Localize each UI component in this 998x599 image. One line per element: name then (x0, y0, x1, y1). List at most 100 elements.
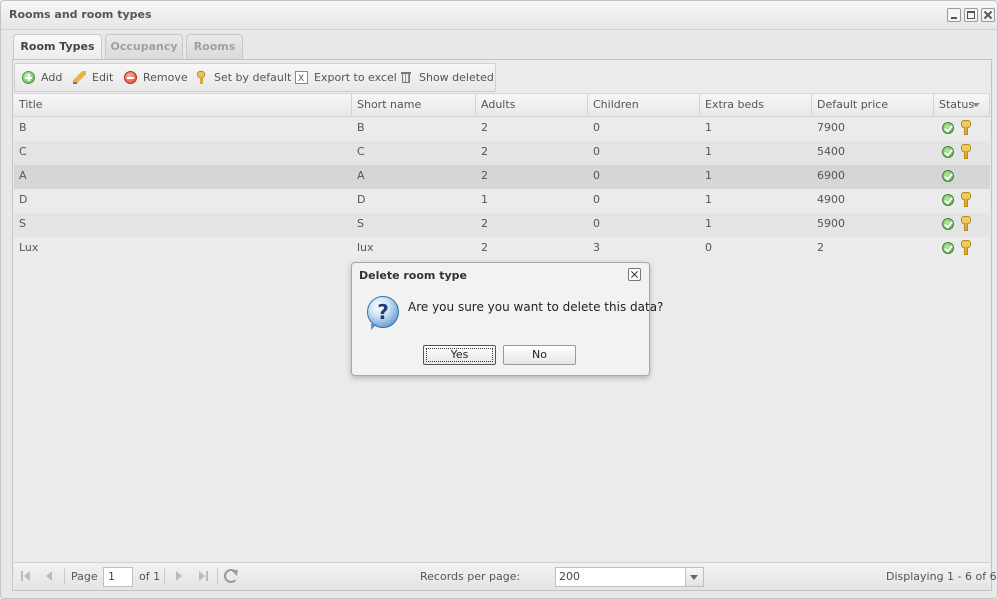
refresh-icon[interactable] (224, 569, 238, 583)
cell-children: 0 (593, 145, 600, 158)
cell-adults: 2 (481, 121, 488, 134)
cell-children: 3 (593, 241, 600, 254)
cell-adults: 2 (481, 169, 488, 182)
cell-adults: 1 (481, 193, 488, 206)
cell-extra-beds: 1 (705, 121, 712, 134)
cell-extra-beds: 1 (705, 169, 712, 182)
tab-occupancy[interactable]: Occupancy (105, 34, 183, 59)
add-label: Add (41, 71, 63, 84)
cell-title: Lux (19, 241, 39, 254)
column-header-status[interactable]: Status (934, 94, 990, 116)
remove-icon (124, 71, 137, 84)
dialog-close-icon[interactable] (628, 268, 641, 281)
active-check-icon (942, 146, 954, 158)
pager-separator (217, 568, 218, 584)
cell-extra-beds: 0 (705, 241, 712, 254)
export-label: Export to excel (314, 71, 397, 84)
cell-title: B (19, 121, 27, 134)
cell-default-price: 5900 (817, 217, 845, 230)
question-icon: ? (367, 296, 399, 330)
column-header-title[interactable]: Title (14, 94, 352, 116)
tab-rooms[interactable]: Rooms (186, 34, 243, 59)
cell-children: 0 (593, 217, 600, 230)
cell-children: 0 (593, 121, 600, 134)
records-per-page-label: Records per page: (420, 570, 521, 583)
key-icon (195, 71, 208, 84)
cell-title: S (19, 217, 26, 230)
status-header-label: Status (939, 98, 975, 111)
pencil-icon (73, 71, 86, 84)
table-row[interactable]: C C 2 0 1 5400 (14, 141, 990, 165)
cell-short-name: lux (357, 241, 374, 254)
cell-children: 0 (593, 169, 600, 182)
active-check-icon (942, 218, 954, 230)
delete-confirm-dialog: Delete room type ? Are you sure you want… (351, 262, 663, 376)
active-check-icon (942, 194, 954, 206)
column-header-extra-beds[interactable]: Extra beds (700, 94, 812, 116)
window-titlebar: Rooms and room types (1, 1, 997, 30)
add-icon (22, 71, 35, 84)
cell-short-name: A (357, 169, 365, 182)
first-page-icon[interactable] (20, 570, 34, 582)
cell-title: C (19, 145, 27, 158)
tab-room-types[interactable]: Room Types (13, 34, 102, 60)
displaying-info: Displaying 1 - 6 of 6 (886, 570, 997, 583)
dialog-title: Delete room type (359, 269, 467, 282)
no-button[interactable]: No (503, 345, 576, 365)
show-deleted-label: Show deleted (419, 71, 494, 84)
cell-default-price: 6900 (817, 169, 845, 182)
trash-icon (400, 71, 413, 84)
cell-default-price: 7900 (817, 121, 845, 134)
records-per-page-select[interactable]: 200 (555, 567, 704, 587)
cell-title: D (19, 193, 28, 206)
default-key-icon (960, 216, 972, 232)
table-row[interactable]: S S 2 0 1 5900 (14, 213, 990, 237)
records-per-page-value: 200 (559, 570, 580, 583)
pager-separator (64, 568, 65, 584)
page-count-label: of 1 (139, 570, 161, 583)
close-icon[interactable] (981, 8, 995, 22)
default-key-icon (960, 240, 972, 256)
cell-default-price: 4900 (817, 193, 845, 206)
minimize-icon[interactable] (947, 8, 961, 22)
cell-adults: 2 (481, 145, 488, 158)
next-page-icon[interactable] (172, 570, 186, 582)
cell-title: A (19, 169, 27, 182)
cell-extra-beds: 1 (705, 193, 712, 206)
page-label: Page (71, 570, 98, 583)
cell-default-price: 2 (817, 241, 824, 254)
page-number-input[interactable]: 1 (103, 567, 133, 587)
column-header-adults[interactable]: Adults (476, 94, 588, 116)
cell-short-name: S (357, 217, 364, 230)
sort-descending-icon[interactable] (972, 103, 980, 107)
default-key-icon (960, 144, 972, 160)
toolbar: Add Edit Remove Set by default Export to… (14, 63, 496, 92)
cell-short-name: B (357, 121, 365, 134)
grid-header: Title Short name Adults Children Extra b… (14, 93, 990, 117)
window-title: Rooms and room types (9, 8, 152, 21)
cell-adults: 2 (481, 241, 488, 254)
yes-button[interactable]: Yes (423, 345, 496, 365)
table-row[interactable]: B B 2 0 1 7900 (14, 117, 990, 141)
previous-page-icon[interactable] (42, 570, 56, 582)
active-check-icon (942, 122, 954, 134)
remove-label: Remove (143, 71, 188, 84)
table-row-selected[interactable]: A A 2 0 1 6900 (14, 165, 990, 189)
maximize-icon[interactable] (964, 8, 978, 22)
edit-label: Edit (92, 71, 114, 84)
cell-default-price: 5400 (817, 145, 845, 158)
default-key-icon (960, 192, 972, 208)
table-row[interactable]: D D 1 0 1 4900 (14, 189, 990, 213)
cell-adults: 2 (481, 217, 488, 230)
pager-separator (164, 568, 165, 584)
column-header-default-price[interactable]: Default price (812, 94, 934, 116)
chevron-down-icon[interactable] (685, 568, 703, 586)
active-check-icon (942, 242, 954, 254)
cell-extra-beds: 1 (705, 145, 712, 158)
table-row[interactable]: Lux lux 2 3 0 2 (14, 237, 990, 261)
last-page-icon[interactable] (195, 570, 209, 582)
column-header-short-name[interactable]: Short name (352, 94, 476, 116)
cell-children: 0 (593, 193, 600, 206)
column-header-children[interactable]: Children (588, 94, 700, 116)
active-check-icon (942, 170, 954, 182)
